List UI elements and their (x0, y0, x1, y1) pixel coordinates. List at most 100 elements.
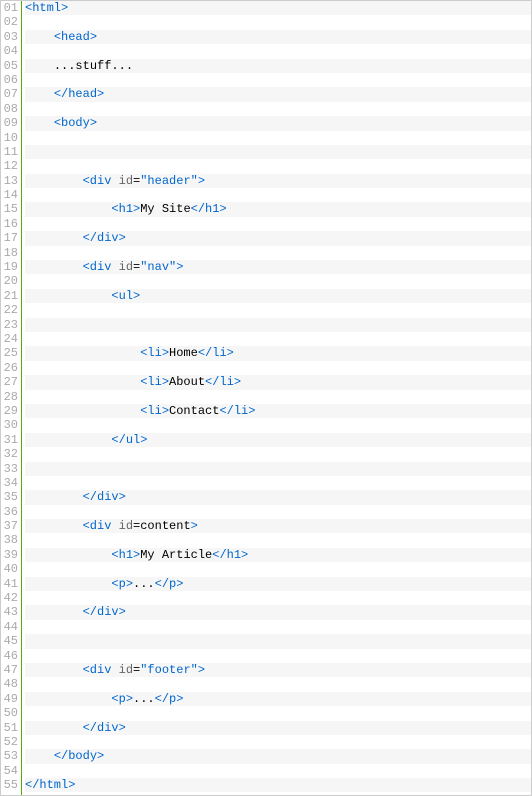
line-number: 50 (1, 706, 18, 720)
code-line (25, 706, 531, 720)
code-line (25, 131, 531, 145)
token-tag: > (198, 174, 205, 188)
token-tag: </div> (83, 490, 126, 504)
token-tag: </h1> (212, 548, 248, 562)
token-tag: </li> (219, 404, 255, 418)
line-number: 44 (1, 620, 18, 634)
line-number: 09 (1, 116, 18, 130)
token-tag: </head> (54, 87, 104, 101)
token-val: "footer" (140, 663, 198, 677)
line-number: 16 (1, 217, 18, 231)
code-line (25, 462, 531, 476)
token-tag: </p> (155, 577, 184, 591)
code-line (25, 73, 531, 87)
token-tag: </div> (83, 721, 126, 735)
code-line: </div> (25, 490, 531, 504)
line-number: 18 (1, 246, 18, 260)
code-line (25, 246, 531, 260)
code-line: </ul> (25, 433, 531, 447)
token-tag: <p> (111, 692, 133, 706)
line-number: 40 (1, 562, 18, 576)
code-line (25, 217, 531, 231)
line-number: 25 (1, 346, 18, 360)
line-number: 41 (1, 577, 18, 591)
token-tag: <h1> (111, 202, 140, 216)
code-line: </div> (25, 605, 531, 619)
token-tag: <li> (140, 404, 169, 418)
line-number: 34 (1, 476, 18, 490)
code-line: <div id="header"> (25, 174, 531, 188)
line-number: 51 (1, 721, 18, 735)
token-txt: ... (133, 577, 155, 591)
line-number-gutter: 0102030405060708091011121314151617181920… (1, 1, 21, 795)
line-number: 38 (1, 533, 18, 547)
token-attr: id (119, 174, 133, 188)
code-line: </div> (25, 721, 531, 735)
line-number: 22 (1, 303, 18, 317)
code-line (25, 145, 531, 159)
token-tag: </div> (83, 605, 126, 619)
token-txt (111, 663, 118, 677)
code-line: <h1>My Article</h1> (25, 548, 531, 562)
token-tag: <div (83, 519, 112, 533)
line-number: 26 (1, 361, 18, 375)
line-number: 02 (1, 15, 18, 29)
code-line: </html> (25, 778, 531, 792)
line-number: 49 (1, 692, 18, 706)
token-txt: About (169, 375, 205, 389)
line-number: 24 (1, 332, 18, 346)
code-line (25, 620, 531, 634)
line-number: 39 (1, 548, 18, 562)
line-number: 12 (1, 159, 18, 173)
token-attr: id (119, 519, 133, 533)
token-tag: </body> (54, 749, 104, 763)
line-number: 13 (1, 174, 18, 188)
token-tag: </h1> (191, 202, 227, 216)
code-line (25, 44, 531, 58)
code-line: <li>About</li> (25, 375, 531, 389)
code-line: <p>...</p> (25, 692, 531, 706)
line-number: 43 (1, 605, 18, 619)
line-number: 11 (1, 145, 18, 159)
token-tag: > (198, 663, 205, 677)
code-line: <html> (25, 1, 531, 15)
token-tag: </p> (155, 692, 184, 706)
line-number: 47 (1, 663, 18, 677)
token-tag: </html> (25, 778, 75, 792)
line-number: 10 (1, 131, 18, 145)
token-tag: > (176, 260, 183, 274)
code-line: <head> (25, 30, 531, 44)
line-number: 05 (1, 59, 18, 73)
code-line (25, 361, 531, 375)
code-line: <li>Home</li> (25, 346, 531, 360)
token-txt: Home (169, 346, 198, 360)
line-number: 54 (1, 764, 18, 778)
token-txt: Contact (169, 404, 219, 418)
line-number: 17 (1, 231, 18, 245)
line-number: 23 (1, 318, 18, 332)
token-tag: <head> (54, 30, 97, 44)
code-line (25, 533, 531, 547)
line-number: 45 (1, 634, 18, 648)
code-line: <h1>My Site</h1> (25, 202, 531, 216)
code-line (25, 188, 531, 202)
token-tag: <li> (140, 375, 169, 389)
token-tag: </li> (198, 346, 234, 360)
line-number: 53 (1, 749, 18, 763)
code-line: <body> (25, 116, 531, 130)
token-txt: My Site (140, 202, 190, 216)
line-number: 37 (1, 519, 18, 533)
code-line (25, 303, 531, 317)
code-line (25, 649, 531, 663)
line-number: 30 (1, 418, 18, 432)
line-number: 04 (1, 44, 18, 58)
line-number: 33 (1, 462, 18, 476)
line-number: 19 (1, 260, 18, 274)
token-tag: <ul> (111, 289, 140, 303)
code-line (25, 591, 531, 605)
token-tag: </div> (83, 231, 126, 245)
code-line (25, 332, 531, 346)
code-line (25, 274, 531, 288)
code-line: </body> (25, 749, 531, 763)
token-tag: <li> (140, 346, 169, 360)
